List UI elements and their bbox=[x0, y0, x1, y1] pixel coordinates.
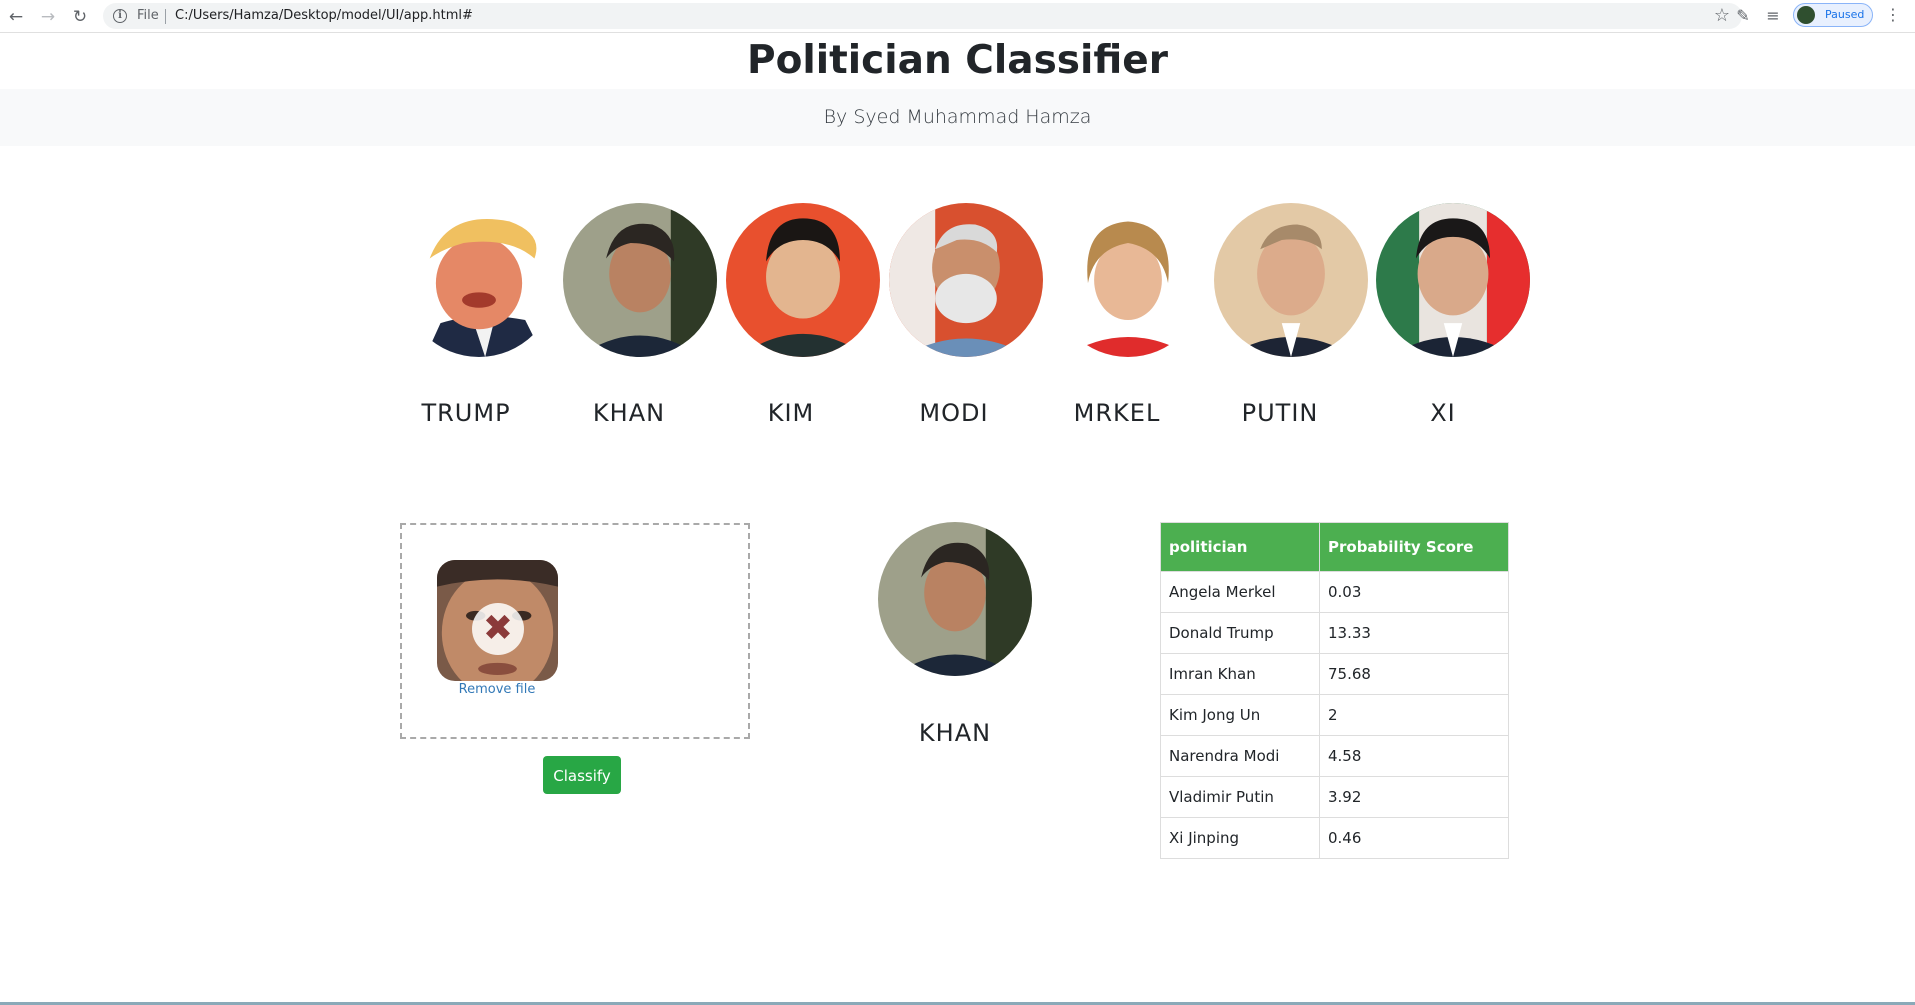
politician-cell: Xi Jinping bbox=[1160, 817, 1320, 859]
profile-button[interactable]: Paused bbox=[1793, 3, 1873, 27]
scheme-label: File bbox=[137, 8, 159, 23]
gallery-name-khan: KHAN bbox=[592, 399, 666, 427]
info-icon[interactable]: i bbox=[113, 9, 127, 23]
politician-cell: Kim Jong Un bbox=[1160, 694, 1320, 736]
khan-photo-icon bbox=[563, 203, 717, 357]
politician-cell: Angela Merkel bbox=[1160, 571, 1320, 613]
score-cell: 3.92 bbox=[1319, 776, 1509, 818]
score-cell: 75.68 bbox=[1319, 653, 1509, 695]
address-bar[interactable]: i File C:/Users/Hamza/Desktop/model/UI/a… bbox=[103, 3, 1742, 29]
gallery-name-merkel: MRKEL bbox=[1073, 399, 1161, 427]
politician-cell: Vladimir Putin bbox=[1160, 776, 1320, 818]
politician-cell: Donald Trump bbox=[1160, 612, 1320, 654]
remove-file-link[interactable]: Remove file bbox=[427, 682, 567, 697]
score-cell: 0.46 bbox=[1319, 817, 1509, 859]
modi-photo-icon bbox=[889, 203, 1043, 357]
back-icon[interactable]: ← bbox=[6, 7, 26, 27]
gallery-name-xi: XI bbox=[1430, 399, 1456, 427]
gallery-name-kim: KIM bbox=[767, 399, 815, 427]
browser-menu-icon[interactable]: ⋮ bbox=[1885, 5, 1901, 24]
extensions-puzzle-icon[interactable]: ✎ bbox=[1733, 6, 1753, 25]
table-row: Xi Jinping 0.46 bbox=[1160, 817, 1509, 859]
score-cell: 13.33 bbox=[1319, 612, 1509, 654]
trump-photo-icon bbox=[402, 203, 556, 357]
reading-list-icon[interactable]: ≡ bbox=[1763, 6, 1783, 25]
table-row: Angela Merkel 0.03 bbox=[1160, 571, 1509, 613]
gallery-name-modi: MODI bbox=[919, 399, 989, 427]
column-header-probability: Probability Score bbox=[1319, 522, 1509, 572]
column-header-politician: politician bbox=[1160, 522, 1320, 572]
politician-cell: Narendra Modi bbox=[1160, 735, 1320, 777]
url-text[interactable]: C:/Users/Hamza/Desktop/model/UI/app.html… bbox=[175, 8, 473, 23]
table-row: Imran Khan 75.68 bbox=[1160, 653, 1509, 695]
score-cell: 2 bbox=[1319, 694, 1509, 736]
classify-button[interactable]: Classify bbox=[543, 756, 621, 794]
score-cell: 4.58 bbox=[1319, 735, 1509, 777]
page-title: Politician Classifier bbox=[747, 38, 1168, 83]
merkel-photo-icon bbox=[1051, 203, 1205, 357]
result-name: KHAN bbox=[918, 719, 992, 747]
result-khan-photo-icon bbox=[878, 522, 1032, 676]
gallery-name-trump: TRUMP bbox=[421, 399, 511, 427]
address-separator bbox=[165, 9, 166, 24]
probability-table: politician Probability Score Angela Merk… bbox=[1160, 522, 1509, 859]
politician-cell: Imran Khan bbox=[1160, 653, 1320, 695]
profile-status: Paused bbox=[1825, 8, 1865, 21]
profile-avatar-icon bbox=[1797, 6, 1815, 24]
subtitle-bar: By Syed Muhammad Hamza bbox=[0, 89, 1915, 146]
browser-toolbar: ← → ↻ i File C:/Users/Hamza/Desktop/mode… bbox=[0, 0, 1915, 33]
table-header-row: politician Probability Score bbox=[1160, 522, 1509, 572]
xi-photo-icon bbox=[1376, 203, 1530, 357]
remove-file-close-icon[interactable]: ✖ bbox=[472, 603, 524, 655]
table-row: Vladimir Putin 3.92 bbox=[1160, 776, 1509, 818]
score-cell: 0.03 bbox=[1319, 571, 1509, 613]
forward-icon[interactable]: → bbox=[38, 7, 58, 27]
page-subtitle: By Syed Muhammad Hamza bbox=[823, 106, 1092, 128]
kim-photo-icon bbox=[726, 203, 880, 357]
gallery-name-putin: PUTIN bbox=[1241, 399, 1319, 427]
reload-icon[interactable]: ↻ bbox=[70, 7, 90, 27]
table-row: Narendra Modi 4.58 bbox=[1160, 735, 1509, 777]
putin-photo-icon bbox=[1214, 203, 1368, 357]
bookmark-star-icon[interactable]: ☆ bbox=[1714, 5, 1730, 26]
table-row: Donald Trump 13.33 bbox=[1160, 612, 1509, 654]
table-row: Kim Jong Un 2 bbox=[1160, 694, 1509, 736]
